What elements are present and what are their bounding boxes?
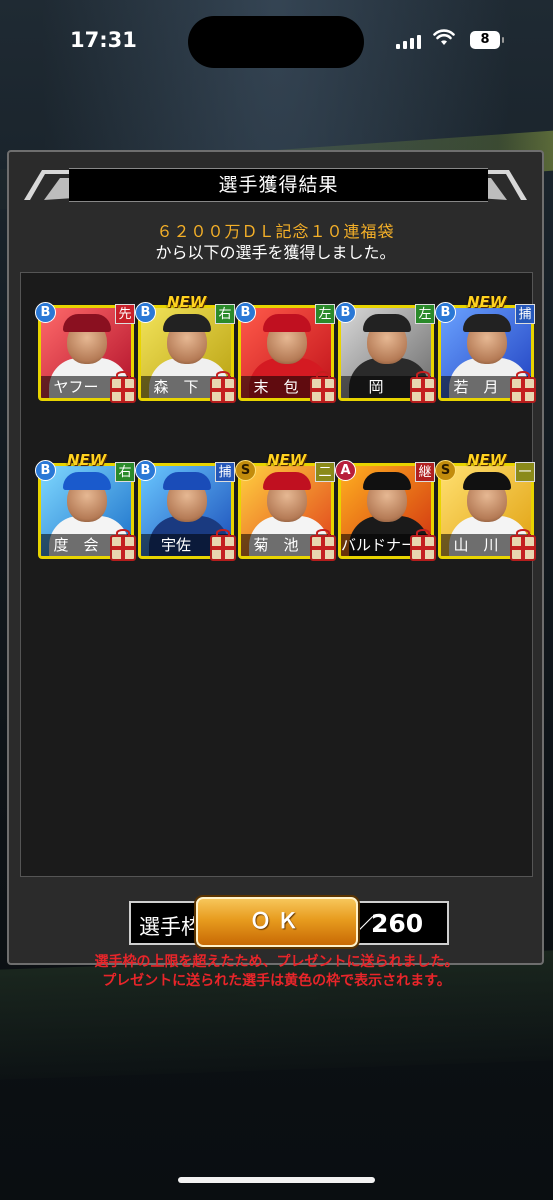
gift-bow	[216, 371, 230, 379]
rank-badge: B	[335, 302, 356, 323]
player-cap	[63, 472, 111, 490]
rank-badge: B	[35, 460, 56, 481]
new-badge: NEW	[167, 293, 207, 311]
position-badge: 二	[315, 462, 335, 482]
player-cap	[63, 314, 111, 332]
gift-bow	[416, 529, 430, 537]
gift-icon	[210, 529, 236, 561]
home-indicator[interactable]	[178, 1177, 375, 1183]
position-badge: 右	[215, 304, 235, 324]
player-grid: ヤフー B 先森 下 B 右 NEW 末 包B左岡B左若 月 B 捕 NEW 度 会 B 右 NEW 宇佐 B…	[20, 272, 536, 989]
gift-bow	[516, 529, 530, 537]
result-dialog: 選手獲得結果 ６２００万ＤＬ記念１０連福袋 から以下の選手を獲得しました。 ヤフ…	[7, 150, 544, 989]
ok-button[interactable]: ＯＫ	[196, 897, 358, 947]
gift-icon	[510, 529, 536, 561]
position-badge: 先	[115, 304, 135, 324]
gift-bow	[116, 529, 130, 537]
player-card[interactable]: 森 下 B 右 NEW	[135, 293, 236, 403]
new-badge: NEW	[467, 451, 507, 469]
warning-line-2: プレゼントに送られた選手は黄色の枠で表示されます。	[102, 973, 451, 989]
cellular-signal-icon	[396, 33, 421, 49]
rank-badge: A	[335, 460, 356, 481]
rank-badge: B	[235, 302, 256, 323]
gift-bow	[116, 371, 130, 379]
player-cap	[163, 472, 211, 490]
player-card[interactable]: 山 川 S 一 NEW	[435, 451, 536, 561]
gift-icon	[110, 529, 136, 561]
rank-badge: S	[235, 460, 256, 481]
status-time: 17:31	[70, 28, 137, 52]
player-card[interactable]: 度 会 B 右 NEW	[35, 451, 136, 561]
gift-bow	[516, 371, 530, 379]
title-decoration-left	[24, 170, 74, 200]
rank-badge: B	[35, 302, 56, 323]
new-badge: NEW	[467, 293, 507, 311]
player-cap	[463, 472, 511, 490]
player-cap	[363, 314, 411, 332]
gift-bow	[416, 371, 430, 379]
rank-badge: B	[135, 302, 156, 323]
position-badge: 左	[415, 304, 435, 324]
wifi-icon	[433, 29, 455, 51]
dialog-title: 選手獲得結果	[69, 168, 488, 202]
player-cap	[263, 314, 311, 332]
player-cap	[163, 314, 211, 332]
gift-icon	[510, 371, 536, 403]
gift-bow	[316, 371, 330, 379]
player-card[interactable]: ヤフー B 先	[35, 302, 136, 403]
position-badge: 捕	[515, 304, 535, 324]
gift-icon	[410, 371, 436, 403]
player-card[interactable]: 末 包B左	[235, 302, 336, 403]
player-card[interactable]: 岡B左	[335, 302, 436, 403]
player-card[interactable]: バルドナード A 継	[335, 460, 436, 561]
gift-bow	[216, 529, 230, 537]
battery-icon: 8	[470, 31, 504, 49]
new-badge: NEW	[67, 451, 107, 469]
rank-badge: S	[435, 460, 456, 481]
dynamic-island	[188, 16, 364, 68]
position-badge: 左	[315, 304, 335, 324]
player-cap	[363, 472, 411, 490]
gift-icon	[310, 371, 336, 403]
warning-line-1: 選手枠の上限を超えたため、プレゼントに送られました。	[94, 954, 459, 970]
player-card[interactable]: 若 月 B 捕 NEW	[435, 293, 536, 403]
new-badge: NEW	[267, 451, 307, 469]
position-badge: 右	[115, 462, 135, 482]
player-card[interactable]: 宇佐 B 捕	[135, 460, 236, 561]
player-card[interactable]: 菊 池 S 二 NEW	[235, 451, 336, 561]
position-badge: 継	[415, 462, 435, 482]
gift-icon	[310, 529, 336, 561]
gift-icon	[210, 371, 236, 403]
position-badge: 一	[515, 462, 535, 482]
player-cap	[263, 472, 311, 490]
player-cap	[463, 314, 511, 332]
gift-icon	[110, 371, 136, 403]
status-bar: 17:31 8	[0, 0, 553, 80]
acquire-message: から以下の選手を獲得しました。	[155, 243, 396, 262]
gift-icon	[410, 529, 436, 561]
slot-max: 260	[371, 909, 424, 938]
gift-bow	[316, 529, 330, 537]
rank-badge: B	[435, 302, 456, 323]
position-badge: 捕	[215, 462, 235, 482]
rank-badge: B	[135, 460, 156, 481]
